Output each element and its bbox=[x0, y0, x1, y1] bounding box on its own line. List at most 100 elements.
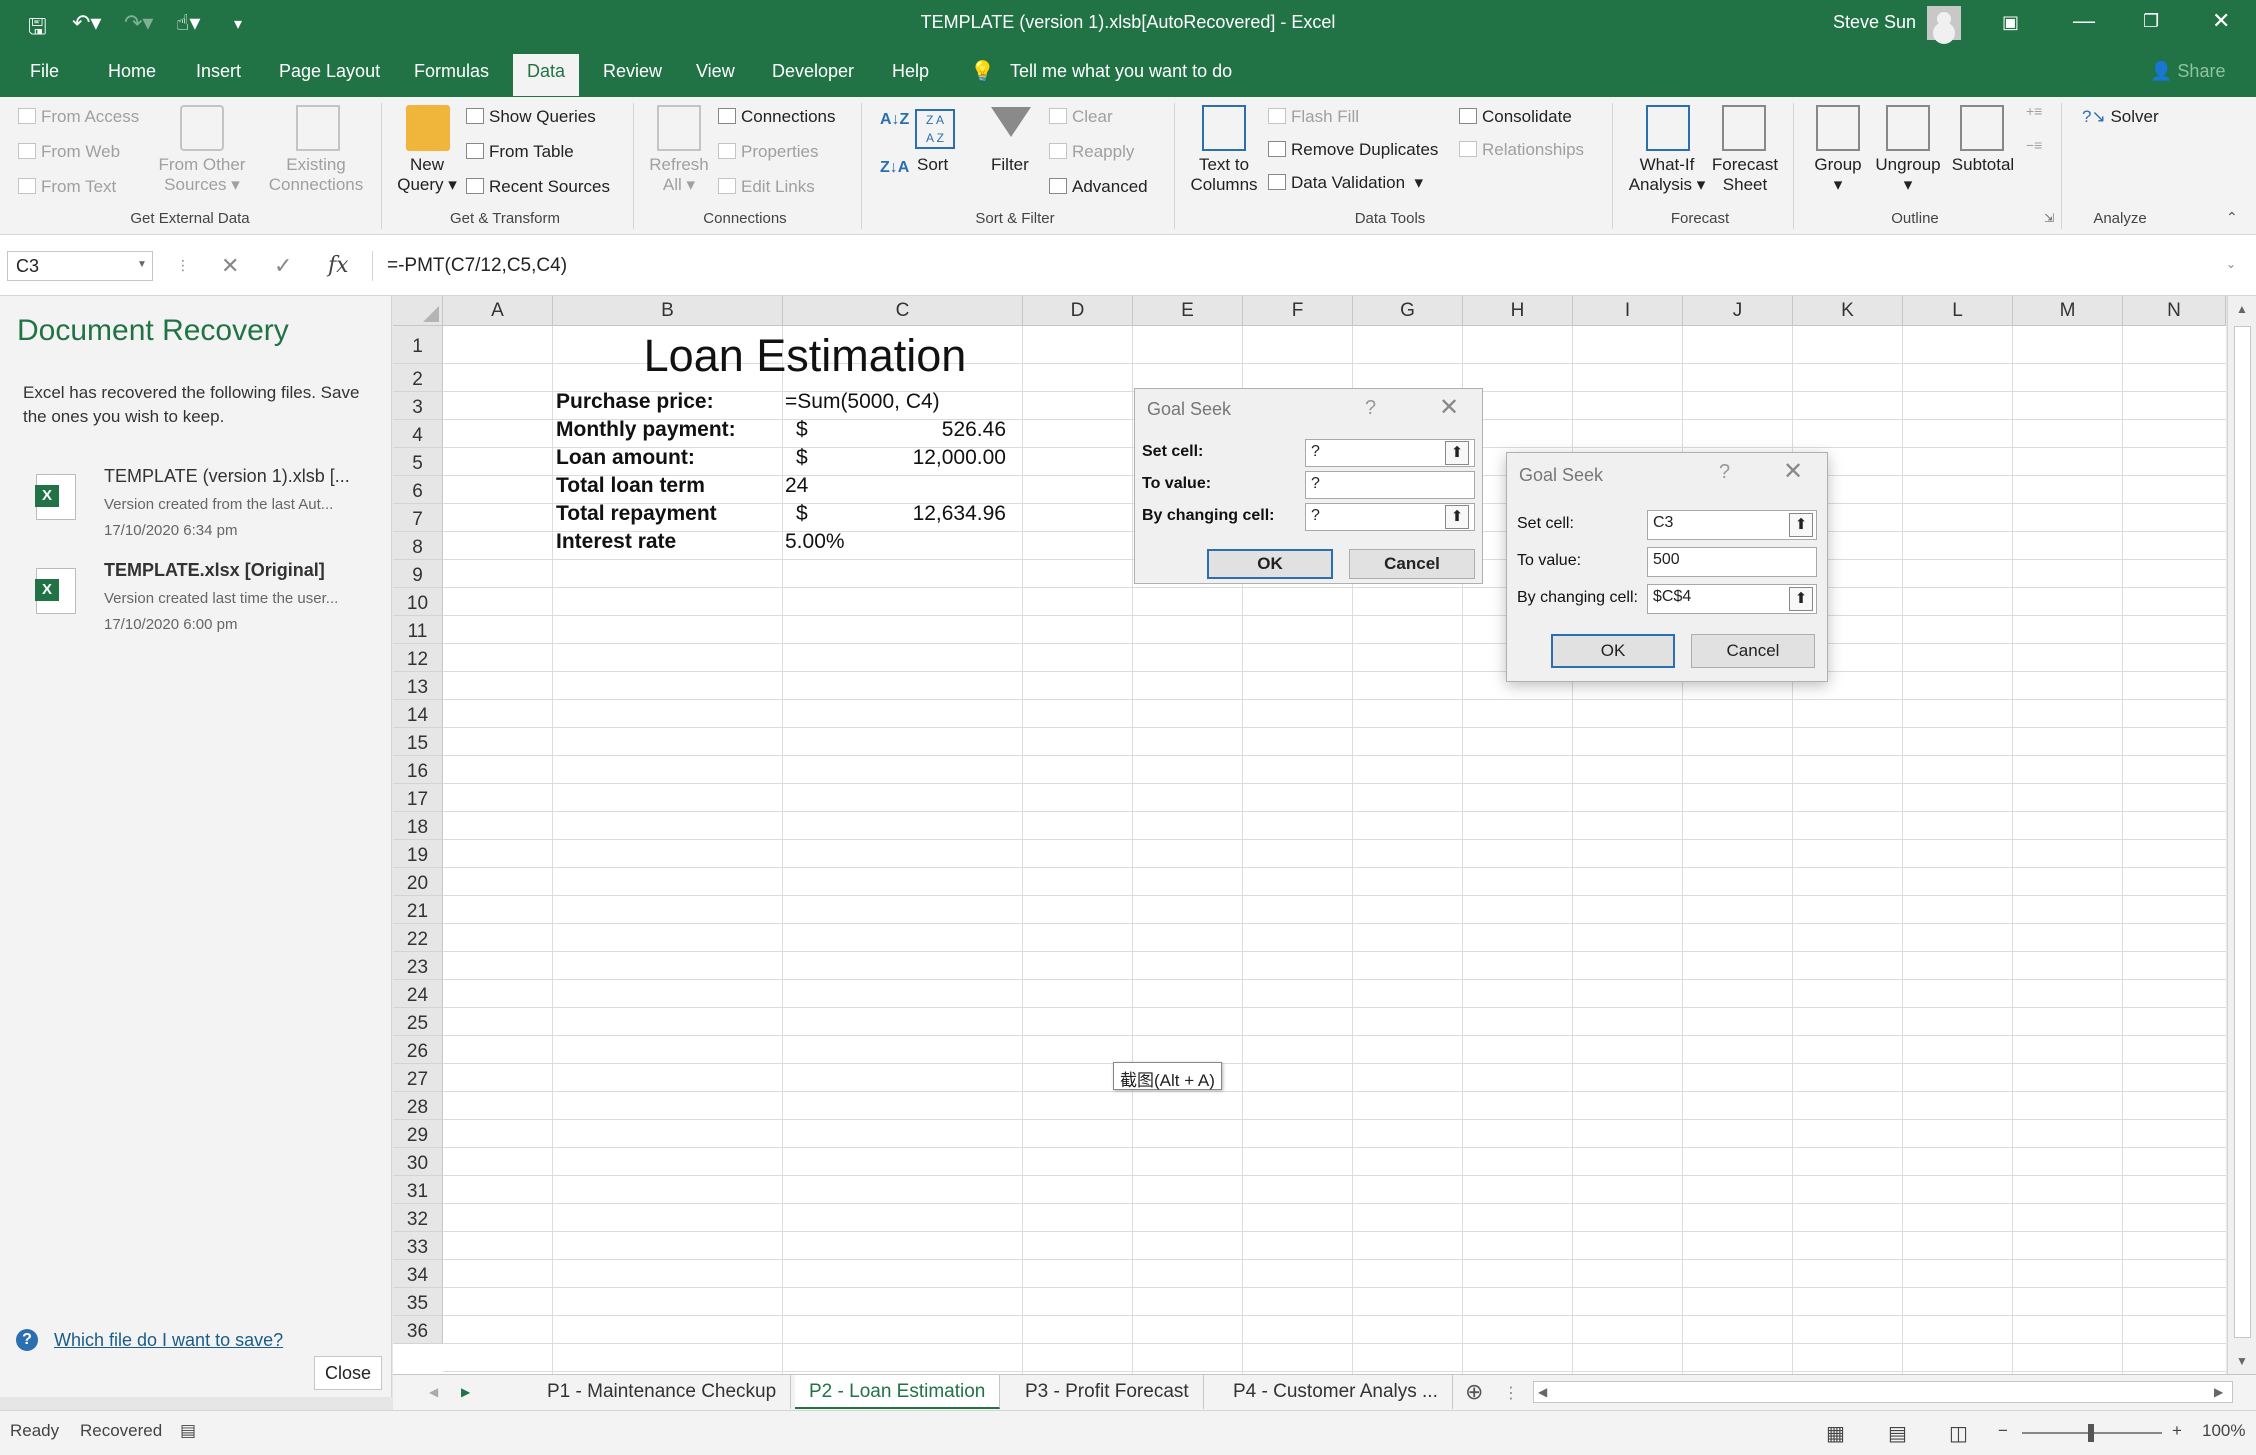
row-header[interactable]: 18 bbox=[393, 812, 443, 840]
macro-record-icon[interactable]: ▤ bbox=[180, 1421, 196, 1441]
scroll-down-icon[interactable]: ▼ bbox=[2236, 1354, 2248, 1368]
remove-duplicates-button[interactable]: Remove Duplicates bbox=[1268, 140, 1438, 160]
column-header[interactable]: I bbox=[1573, 296, 1683, 326]
existing-connections-button[interactable]: Existing Connections bbox=[266, 155, 366, 195]
column-header[interactable]: N bbox=[2123, 296, 2226, 326]
recent-sources-button[interactable]: Recent Sources bbox=[466, 177, 610, 197]
dialog-close-icon[interactable]: ✕ bbox=[1783, 457, 1803, 486]
row-header[interactable]: 7 bbox=[393, 504, 443, 532]
which-file-help-link[interactable]: Which file do I want to save? bbox=[54, 1330, 283, 1351]
subtotal-button[interactable]: Subtotal bbox=[1948, 155, 2018, 175]
row-header[interactable]: 9 bbox=[393, 560, 443, 588]
row-header[interactable]: 20 bbox=[393, 868, 443, 896]
reapply-button[interactable]: Reapply bbox=[1049, 142, 1134, 162]
sheet-tab-p2[interactable]: P2 - Loan Estimation bbox=[795, 1375, 1001, 1409]
formula-input[interactable]: =-PMT(C7/12,C5,C4) bbox=[372, 251, 2242, 281]
ok-button[interactable]: OK bbox=[1551, 634, 1675, 668]
dialog-help-icon[interactable]: ? bbox=[1365, 397, 1376, 420]
minimize-icon[interactable]: — bbox=[2073, 8, 2095, 34]
tab-review[interactable]: Review bbox=[603, 61, 662, 82]
tab-insert[interactable]: Insert bbox=[196, 61, 241, 82]
avatar[interactable] bbox=[1927, 6, 1961, 40]
cell-c4[interactable]: 12,000.00 bbox=[873, 446, 1006, 470]
collapse-dialog-icon[interactable]: ⬆ bbox=[1789, 587, 1813, 611]
row-header[interactable]: 13 bbox=[393, 672, 443, 700]
tab-view[interactable]: View bbox=[696, 61, 735, 82]
column-header[interactable]: E bbox=[1133, 296, 1243, 326]
row-header[interactable]: 1 bbox=[393, 326, 443, 364]
from-web-button[interactable]: From Web bbox=[18, 142, 120, 162]
data-validation-button[interactable]: Data Validation ▾ bbox=[1268, 173, 1423, 193]
page-break-view-icon[interactable]: ◫ bbox=[1949, 1421, 1968, 1446]
formula-bar-grip-icon[interactable]: ⋮ bbox=[176, 257, 190, 274]
forecast-sheet-button[interactable]: Forecast Sheet bbox=[1706, 155, 1784, 195]
row-header[interactable]: 10 bbox=[393, 588, 443, 616]
user-name[interactable]: Steve Sun bbox=[1833, 12, 1916, 33]
tab-developer[interactable]: Developer bbox=[772, 61, 854, 82]
group-button[interactable]: Group ▾ bbox=[1810, 155, 1866, 195]
show-detail-icon[interactable]: +≡ bbox=[2026, 103, 2042, 119]
row-header[interactable]: 8 bbox=[393, 532, 443, 560]
row-header[interactable]: 35 bbox=[393, 1288, 443, 1316]
row-header[interactable]: 32 bbox=[393, 1204, 443, 1232]
row-header[interactable]: 23 bbox=[393, 952, 443, 980]
row-header[interactable]: 14 bbox=[393, 700, 443, 728]
label-monthly-payment[interactable]: Monthly payment: bbox=[556, 418, 736, 442]
connections-button[interactable]: Connections bbox=[718, 107, 836, 127]
solver-button[interactable]: ?↘ Solver bbox=[2082, 107, 2159, 127]
collapse-dialog-icon[interactable]: ⬆ bbox=[1445, 505, 1469, 529]
normal-view-icon[interactable]: ▦ bbox=[1826, 1421, 1845, 1446]
name-box-dropdown-icon[interactable]: ▼ bbox=[137, 259, 147, 270]
row-header[interactable]: 31 bbox=[393, 1176, 443, 1204]
recovery-close-button[interactable]: Close bbox=[314, 1356, 382, 1390]
tab-page-layout[interactable]: Page Layout bbox=[279, 61, 380, 82]
row-header[interactable]: 17 bbox=[393, 784, 443, 812]
column-header[interactable]: M bbox=[2013, 296, 2123, 326]
what-if-analysis-button[interactable]: What-If Analysis ▾ bbox=[1624, 155, 1710, 195]
edit-links-button[interactable]: Edit Links bbox=[718, 177, 815, 197]
horizontal-scrollbar[interactable]: ◀ ▶ bbox=[1533, 1381, 2233, 1403]
column-header[interactable]: A bbox=[443, 296, 553, 326]
label-interest-rate[interactable]: Interest rate bbox=[556, 530, 676, 554]
ungroup-button[interactable]: Ungroup ▾ bbox=[1870, 155, 1946, 195]
cancel-icon[interactable]: ✕ bbox=[221, 253, 239, 279]
column-header[interactable]: D bbox=[1023, 296, 1133, 326]
to-value-input[interactable]: 500 bbox=[1647, 547, 1817, 577]
column-header[interactable]: G bbox=[1353, 296, 1463, 326]
row-header[interactable]: 36 bbox=[393, 1316, 443, 1344]
tab-data[interactable]: Data bbox=[513, 54, 580, 96]
cancel-button[interactable]: Cancel bbox=[1691, 634, 1815, 668]
cancel-button[interactable]: Cancel bbox=[1349, 549, 1475, 579]
lightbulb-icon[interactable]: 💡 bbox=[970, 59, 995, 84]
new-sheet-icon[interactable]: ⊕ bbox=[1465, 1379, 1483, 1405]
refresh-all-button[interactable]: Refresh All ▾ bbox=[646, 155, 712, 195]
relationships-button[interactable]: Relationships bbox=[1459, 140, 1584, 160]
scroll-right-icon[interactable]: ▶ bbox=[2214, 1385, 2223, 1399]
label-total-repayment[interactable]: Total repayment bbox=[556, 502, 717, 526]
properties-button[interactable]: Properties bbox=[718, 142, 818, 162]
column-header[interactable]: F bbox=[1243, 296, 1353, 326]
row-header[interactable]: 33 bbox=[393, 1232, 443, 1260]
clear-button[interactable]: Clear bbox=[1049, 107, 1113, 127]
column-header[interactable]: B bbox=[553, 296, 783, 326]
text-to-columns-button[interactable]: Text to Columns bbox=[1188, 155, 1260, 195]
row-header[interactable]: 3 bbox=[393, 392, 443, 420]
column-header[interactable]: C bbox=[783, 296, 1023, 326]
tell-me-search[interactable]: Tell me what you want to do bbox=[1010, 61, 1232, 82]
filter-button[interactable]: Filter bbox=[991, 155, 1029, 175]
row-header[interactable]: 26 bbox=[393, 1036, 443, 1064]
select-all-corner[interactable] bbox=[393, 296, 443, 326]
label-total-loan-term[interactable]: Total loan term bbox=[556, 474, 705, 498]
hide-detail-icon[interactable]: −≡ bbox=[2026, 137, 2042, 153]
zoom-level[interactable]: 100% bbox=[2202, 1421, 2245, 1441]
show-queries-button[interactable]: Show Queries bbox=[466, 107, 596, 127]
cell-c6[interactable]: 12,634.96 bbox=[873, 502, 1006, 526]
tab-formulas[interactable]: Formulas bbox=[414, 61, 489, 82]
row-header[interactable]: 12 bbox=[393, 644, 443, 672]
scroll-left-icon[interactable]: ◀ bbox=[1538, 1385, 1547, 1399]
sheet-tab-p4[interactable]: P4 - Customer Analys ... bbox=[1219, 1375, 1453, 1409]
scroll-up-icon[interactable]: ▲ bbox=[2236, 302, 2248, 316]
prev-sheet-icon[interactable]: ◀ bbox=[429, 1385, 438, 1399]
vertical-scroll-thumb[interactable] bbox=[2234, 326, 2251, 1338]
from-text-button[interactable]: From Text bbox=[18, 177, 116, 197]
